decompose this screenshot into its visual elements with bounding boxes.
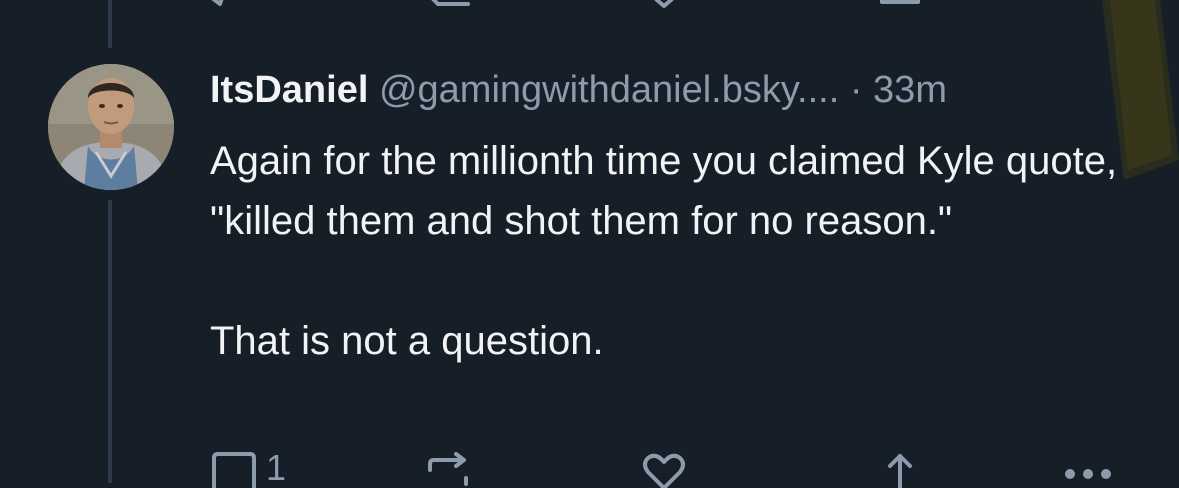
more-options-button[interactable] [1060,448,1116,488]
like-button[interactable] [640,448,688,488]
reply-count: 1 [266,447,287,488]
post-body: Again for the millionth time you claimed… [210,131,1150,371]
author-handle[interactable]: @gamingwithdaniel.bsky.... [379,69,839,111]
repost-icon[interactable] [424,0,472,8]
post-timestamp[interactable]: 33m [873,69,947,111]
thread-line-top [108,0,112,48]
share-icon[interactable] [876,0,924,8]
repost-button[interactable] [424,448,472,488]
post-actions: 1 [0,448,1179,488]
author-display-name[interactable]: ItsDaniel [210,69,368,111]
thread-line-bottom [108,200,112,483]
avatar-photo [48,64,174,190]
share-icon [888,454,912,488]
avatar[interactable] [48,64,174,190]
heart-icon[interactable] [640,0,688,8]
heart-icon [643,453,685,488]
reply-bubble-icon [212,452,256,488]
separator-dot: · [849,69,863,111]
previous-post-actions [0,0,1179,8]
share-button[interactable] [876,448,924,488]
more-dots-icon [1065,469,1111,479]
reply-bubble-icon[interactable] [208,0,256,8]
post-header: ItsDaniel @gamingwithdaniel.bsky.... · 3… [210,66,947,114]
post-text-paragraph: That is not a question. [210,319,604,363]
post-text-paragraph: Again for the millionth time you claimed… [210,139,1118,243]
reply-button[interactable]: 1 [210,448,286,488]
repost-icon [428,452,468,486]
